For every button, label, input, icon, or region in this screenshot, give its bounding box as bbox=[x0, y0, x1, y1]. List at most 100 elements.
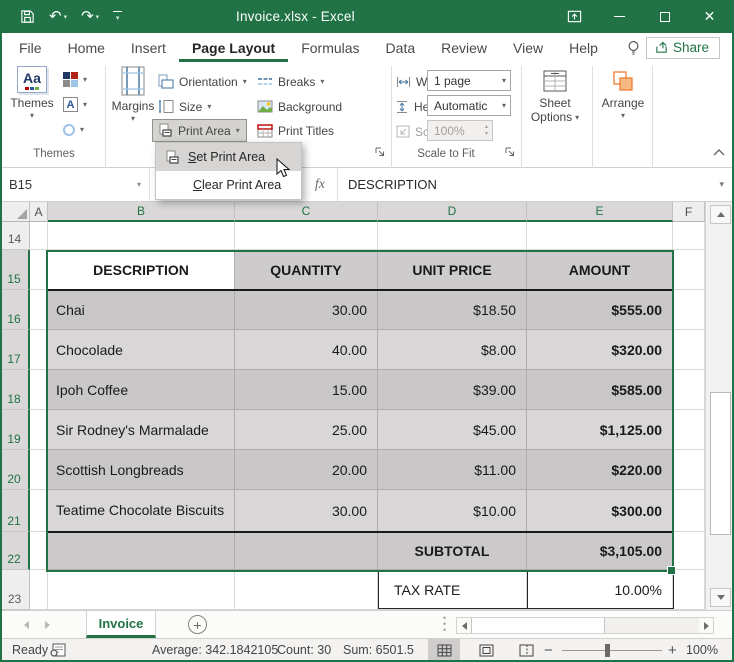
themes-button[interactable]: Aa Themes ▾ bbox=[8, 66, 56, 144]
cell-description[interactable]: Chocolade bbox=[48, 330, 235, 370]
cell[interactable] bbox=[673, 410, 705, 450]
maximize-button[interactable] bbox=[642, 0, 687, 33]
cell-quantity[interactable]: 15.00 bbox=[235, 370, 378, 410]
cell[interactable] bbox=[673, 570, 705, 610]
tab-page-layout[interactable]: Page Layout bbox=[179, 33, 288, 62]
column-header-f[interactable]: F bbox=[673, 202, 705, 222]
column-header-a[interactable]: A bbox=[30, 202, 48, 222]
tab-data[interactable]: Data bbox=[373, 33, 429, 62]
sheet-options-button[interactable]: Sheet Options ▾ bbox=[524, 66, 586, 144]
cell[interactable] bbox=[378, 222, 527, 250]
cell[interactable] bbox=[30, 410, 48, 450]
cell[interactable] bbox=[235, 222, 378, 250]
cell[interactable] bbox=[30, 570, 48, 610]
share-button[interactable]: Share bbox=[646, 37, 720, 59]
tab-view[interactable]: View bbox=[500, 33, 556, 62]
cell-b15-active[interactable]: DESCRIPTION bbox=[48, 250, 235, 290]
cell[interactable] bbox=[673, 450, 705, 490]
cell[interactable] bbox=[673, 532, 705, 570]
previous-sheet-button[interactable] bbox=[24, 621, 29, 629]
cell[interactable] bbox=[30, 222, 48, 250]
cell[interactable] bbox=[673, 330, 705, 370]
cell[interactable] bbox=[527, 222, 673, 250]
cell-amount[interactable]: $585.00 bbox=[527, 370, 673, 410]
cell[interactable] bbox=[48, 222, 235, 250]
zoom-out-button[interactable]: − bbox=[544, 639, 553, 661]
tab-formulas[interactable]: Formulas bbox=[288, 33, 372, 62]
cell-quantity[interactable]: 30.00 bbox=[235, 490, 378, 532]
height-combobox[interactable]: Automatic ▾ bbox=[427, 95, 511, 116]
cell[interactable] bbox=[673, 222, 705, 250]
customize-qat-button[interactable]: ▾ bbox=[113, 11, 122, 22]
tab-home[interactable]: Home bbox=[55, 33, 118, 62]
cell-unit-price[interactable]: $18.50 bbox=[378, 290, 527, 330]
normal-view-button[interactable] bbox=[428, 639, 460, 661]
cell-quantity[interactable]: 20.00 bbox=[235, 450, 378, 490]
row-header-22[interactable]: 22 bbox=[0, 532, 30, 570]
scale-to-fit-dialog-launcher[interactable] bbox=[504, 146, 516, 158]
vertical-scroll-thumb[interactable] bbox=[710, 392, 731, 535]
cell-unit-price[interactable]: $8.00 bbox=[378, 330, 527, 370]
cell[interactable] bbox=[235, 532, 378, 570]
column-header-d[interactable]: D bbox=[378, 202, 527, 222]
scroll-right-button[interactable] bbox=[699, 618, 713, 633]
vertical-scrollbar[interactable] bbox=[705, 202, 734, 610]
cell-description[interactable]: Scottish Longbreads bbox=[48, 450, 235, 490]
cell-d15[interactable]: UNIT PRICE bbox=[378, 250, 527, 290]
cell[interactable] bbox=[235, 570, 378, 610]
cell-unit-price[interactable]: $11.00 bbox=[378, 450, 527, 490]
redo-button[interactable]: ↷ ▾ bbox=[81, 9, 99, 24]
next-sheet-button[interactable] bbox=[45, 621, 50, 629]
cell-description[interactable]: Teatime Chocolate Biscuits bbox=[48, 490, 235, 532]
cell-unit-price[interactable]: $10.00 bbox=[378, 490, 527, 532]
cell[interactable] bbox=[30, 250, 48, 290]
cell-e15[interactable]: AMOUNT bbox=[527, 250, 673, 290]
cell-quantity[interactable]: 40.00 bbox=[235, 330, 378, 370]
row-header-15[interactable]: 15 bbox=[0, 250, 30, 290]
row-header-18[interactable]: 18 bbox=[0, 370, 30, 410]
row-header-21[interactable]: 21 bbox=[0, 490, 30, 532]
cell[interactable] bbox=[48, 532, 235, 570]
formula-input[interactable]: DESCRIPTION ▾ bbox=[338, 168, 734, 201]
horizontal-scrollbar[interactable] bbox=[456, 617, 714, 634]
tab-review[interactable]: Review bbox=[428, 33, 500, 62]
selection-fill-handle[interactable] bbox=[667, 566, 676, 575]
width-combobox[interactable]: 1 page ▾ bbox=[427, 70, 511, 91]
cell[interactable] bbox=[30, 330, 48, 370]
sheet-tab-invoice[interactable]: Invoice bbox=[86, 611, 156, 638]
cell-unit-price[interactable]: $39.00 bbox=[378, 370, 527, 410]
row-header-14[interactable]: 14 bbox=[0, 222, 30, 250]
cell-c15[interactable]: QUANTITY bbox=[235, 250, 378, 290]
cell-amount[interactable]: $220.00 bbox=[527, 450, 673, 490]
scroll-down-button[interactable] bbox=[710, 588, 731, 607]
page-setup-dialog-launcher[interactable] bbox=[374, 146, 386, 158]
horizontal-scroll-track[interactable] bbox=[605, 618, 699, 633]
tab-splitter-dots-icon[interactable]: ••• bbox=[443, 616, 446, 634]
tab-insert[interactable]: Insert bbox=[118, 33, 179, 62]
zoom-level[interactable]: 100% bbox=[686, 639, 718, 661]
column-header-e[interactable]: E bbox=[527, 202, 673, 222]
theme-effects-button[interactable]: ▾ bbox=[58, 118, 89, 141]
row-header-17[interactable]: 17 bbox=[0, 330, 30, 370]
cell-tax-value[interactable]: 10.00% bbox=[527, 570, 673, 610]
cell-amount[interactable]: $320.00 bbox=[527, 330, 673, 370]
row-header-16[interactable]: 16 bbox=[0, 290, 30, 330]
margins-button[interactable]: Margins ▾ bbox=[110, 66, 156, 144]
ribbon-display-options-button[interactable] bbox=[552, 0, 597, 33]
print-area-button[interactable]: Print Area ▾ bbox=[152, 119, 247, 142]
cell[interactable] bbox=[30, 450, 48, 490]
cell-subtotal-value[interactable]: $3,105.00 bbox=[527, 532, 673, 570]
cell[interactable] bbox=[30, 370, 48, 410]
cell-amount[interactable]: $555.00 bbox=[527, 290, 673, 330]
cell[interactable] bbox=[673, 250, 705, 290]
scroll-up-button[interactable] bbox=[710, 205, 731, 224]
row-header-20[interactable]: 20 bbox=[0, 450, 30, 490]
cell-quantity[interactable]: 25.00 bbox=[235, 410, 378, 450]
cell-unit-price[interactable]: $45.00 bbox=[378, 410, 527, 450]
page-layout-view-button[interactable] bbox=[470, 639, 502, 661]
cell-tax-label[interactable]: TAX RATE bbox=[378, 570, 527, 610]
cell[interactable] bbox=[673, 290, 705, 330]
save-button[interactable] bbox=[20, 9, 35, 24]
new-sheet-button[interactable]: + bbox=[188, 615, 207, 634]
cell[interactable] bbox=[30, 290, 48, 330]
